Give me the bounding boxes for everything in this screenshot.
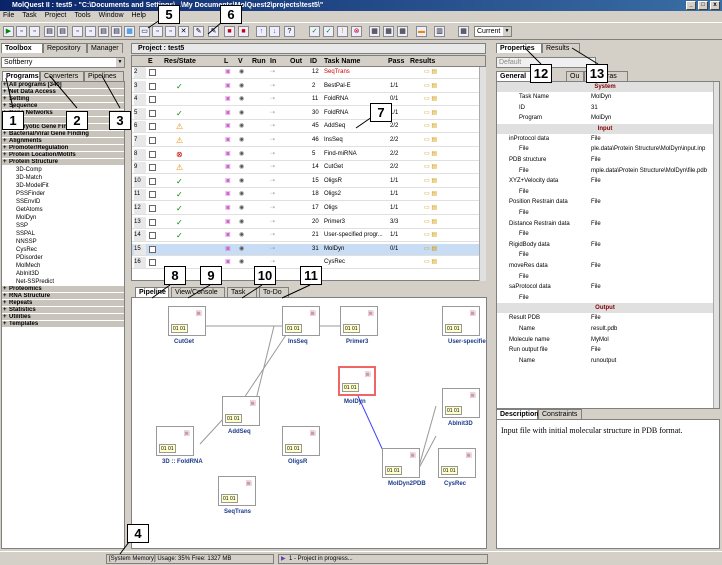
callout-12: 12	[530, 64, 552, 83]
callout-5: 5	[158, 5, 180, 24]
callout-13: 13	[586, 64, 608, 83]
callout-1: 1	[2, 111, 24, 130]
callout-lines	[5, 19, 599, 555]
callout-6: 6	[220, 5, 242, 24]
callout-11: 11	[300, 266, 322, 285]
callout-9: 9	[200, 266, 222, 285]
callout-10: 10	[254, 266, 276, 285]
callout-2: 2	[66, 111, 88, 130]
callout-4: 4	[127, 524, 149, 543]
callout-8: 8	[164, 266, 186, 285]
callout-7: 7	[370, 103, 392, 122]
callout-3: 3	[109, 111, 131, 130]
